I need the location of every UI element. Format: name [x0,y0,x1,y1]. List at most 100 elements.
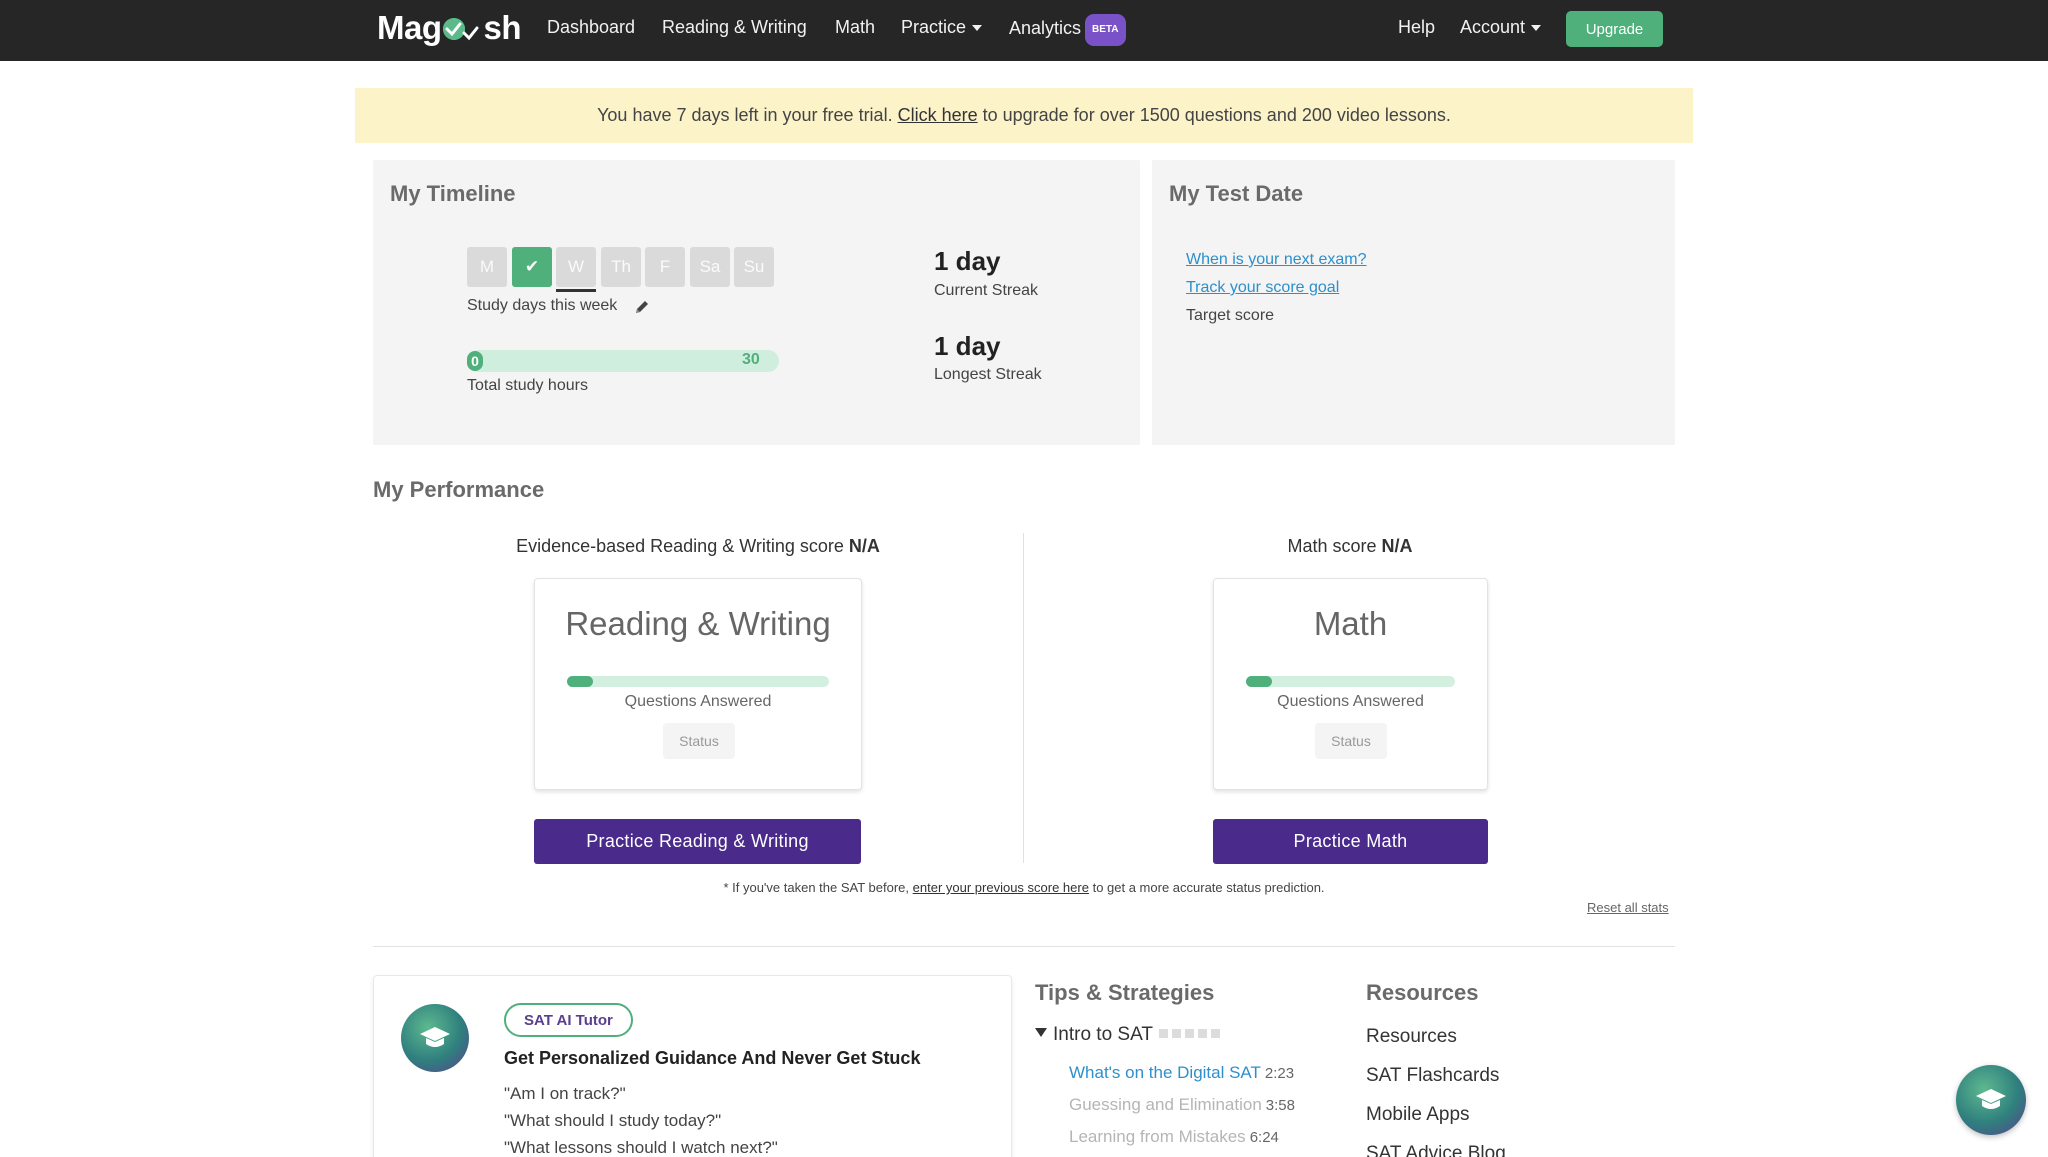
footnote-before: * If you've taken the SAT before, [723,880,910,895]
ai-tutor-fab[interactable] [1956,1065,2026,1135]
score-goal-link[interactable]: Track your score goal [1186,279,1339,297]
today-indicator [556,289,596,292]
logo-text-right: sh [483,9,522,46]
next-exam-link[interactable]: When is your next exam? [1186,251,1367,269]
reset-stats-link[interactable]: Reset all stats [1587,900,1669,915]
mobile-apps-link[interactable]: Mobile Apps [1366,1104,1470,1126]
math-status-badge: Status [1315,723,1387,759]
rw-card-title: Reading & Writing [565,605,831,642]
tips-title: Tips & Strategies [1035,980,1215,1005]
nav-practice-label: Practice [901,17,967,37]
day-sunday[interactable]: Su [734,247,774,287]
nav-analytics-label: Analytics [1009,18,1082,38]
rw-progress-fill [567,676,593,687]
chevron-down-icon [972,25,983,32]
intro-sat-group[interactable]: Intro to SAT [1035,1022,1224,1046]
target-score-label: Target score [1186,307,1275,324]
timeline-title: My Timeline [390,181,516,206]
day-friday[interactable]: F [645,247,685,287]
pencil-icon[interactable] [634,299,650,320]
flashcards-link[interactable]: SAT Flashcards [1366,1065,1499,1087]
trial-upgrade-link[interactable]: Click here [898,105,978,126]
nav-practice-dropdown[interactable]: Practice [901,14,983,40]
nav-reading-writing[interactable]: Reading & Writing [662,14,807,40]
day-tuesday[interactable]: ✔ [512,247,552,287]
top-navbar: Mag sh Dashboard Reading & Writing Math … [0,0,2048,61]
rw-score-line: Evidence-based Reading & Writing score N… [467,536,929,557]
math-answered-label: Questions Answered [1277,693,1424,710]
graduation-cap-icon [1976,1089,2006,1109]
day-saturday[interactable]: Sa [690,247,730,287]
math-card[interactable]: Math Questions Answered Status [1213,578,1488,790]
beta-badge: BETA [1085,14,1126,46]
nav-dashboard[interactable]: Dashboard [547,14,635,40]
rw-progress-bar [567,676,829,687]
lesson-duration: 6:24 [1249,1129,1279,1146]
advice-blog-link[interactable]: SAT Advice Blog [1366,1143,1506,1157]
math-progress-fill [1246,676,1272,687]
day-monday[interactable]: M [467,247,507,287]
practice-rw-button[interactable]: Practice Reading & Writing [534,819,861,864]
rw-answered-label: Questions Answered [624,693,772,710]
study-days-label: Study days this week [467,297,618,314]
ai-tutor-question: "Am I on track?" [504,1084,626,1103]
ai-tutor-card[interactable]: SAT AI Tutor Get Personalized Guidance A… [373,975,1012,1157]
ai-tutor-heading: Get Personalized Guidance And Never Get … [504,1048,921,1068]
lesson-item[interactable]: Learning from Mistakes 6:24 [1069,1127,1279,1147]
nav-math[interactable]: Math [835,14,875,40]
section-divider [373,946,1675,947]
ai-tutor-question: "What should I study today?" [504,1111,722,1130]
rw-status-badge: Status [663,723,735,759]
current-streak-label: Current Streak [934,282,1039,299]
trial-banner: You have 7 days left in your free trial.… [355,88,1693,143]
rw-score-label: Evidence-based Reading & Writing score [516,536,844,556]
graduation-cap-icon [401,1004,469,1072]
study-hours-goal: 30 [742,351,760,368]
math-progress-bar [1246,676,1455,687]
caret-down-icon [1035,1028,1047,1037]
day-thursday[interactable]: Th [601,247,641,287]
lesson-duration: 3:58 [1265,1097,1295,1114]
math-score-value: N/A [1381,536,1413,556]
practice-math-button[interactable]: Practice Math [1213,819,1488,864]
ai-tutor-question: "What lessons should I watch next?" [504,1138,778,1157]
ai-tutor-tag: SAT AI Tutor [504,1003,633,1037]
longest-streak-value: 1 day [934,331,1001,361]
chevron-down-icon [1531,25,1542,32]
longest-streak-label: Longest Streak [934,366,1042,383]
lesson-title: What's on the Digital SAT [1069,1063,1261,1082]
intro-sat-label: Intro to SAT [1053,1024,1153,1045]
nav-help[interactable]: Help [1398,14,1435,40]
lesson-item[interactable]: What's on the Digital SAT 2:23 [1069,1063,1294,1083]
score-footnote: * If you've taken the SAT before, enter … [0,880,2048,895]
study-hours-bar [467,350,779,372]
lesson-title: Guessing and Elimination [1069,1095,1262,1114]
current-streak-value: 1 day [934,246,1001,276]
rw-card[interactable]: Reading & Writing Questions Answered Sta… [534,578,862,790]
resources-title: Resources [1366,980,1479,1005]
math-score-label: Math score [1287,536,1377,556]
lesson-item[interactable]: Guessing and Elimination 3:58 [1069,1095,1295,1115]
performance-title: My Performance [373,477,545,502]
test-date-title: My Test Date [1169,181,1304,206]
resources-link[interactable]: Resources [1366,1026,1457,1048]
upgrade-button[interactable]: Upgrade [1566,11,1663,47]
performance-divider [1023,533,1024,863]
nav-account-label: Account [1460,17,1526,37]
footnote-after: to get a more accurate status prediction… [1092,880,1325,895]
progress-dots [1158,1022,1224,1044]
magoosh-logo[interactable]: Mag sh [377,8,522,48]
study-hours-current: 0 [467,351,483,371]
rw-score-value: N/A [848,536,880,556]
lesson-title: Learning from Mistakes [1069,1127,1246,1146]
nav-account-dropdown[interactable]: Account [1460,14,1542,40]
math-score-line: Math score N/A [1150,536,1550,557]
trial-text-after: to upgrade for over 1500 questions and 2… [982,105,1451,125]
math-card-title: Math [1313,605,1388,642]
nav-analytics[interactable]: Analytics BETA [1009,14,1126,46]
logo-text-left: Mag [377,9,442,46]
total-hours-label: Total study hours [467,377,588,394]
day-wednesday[interactable]: W [556,247,596,287]
logo-checks-icon [442,12,483,44]
previous-score-link[interactable]: enter your previous score here [913,880,1089,895]
